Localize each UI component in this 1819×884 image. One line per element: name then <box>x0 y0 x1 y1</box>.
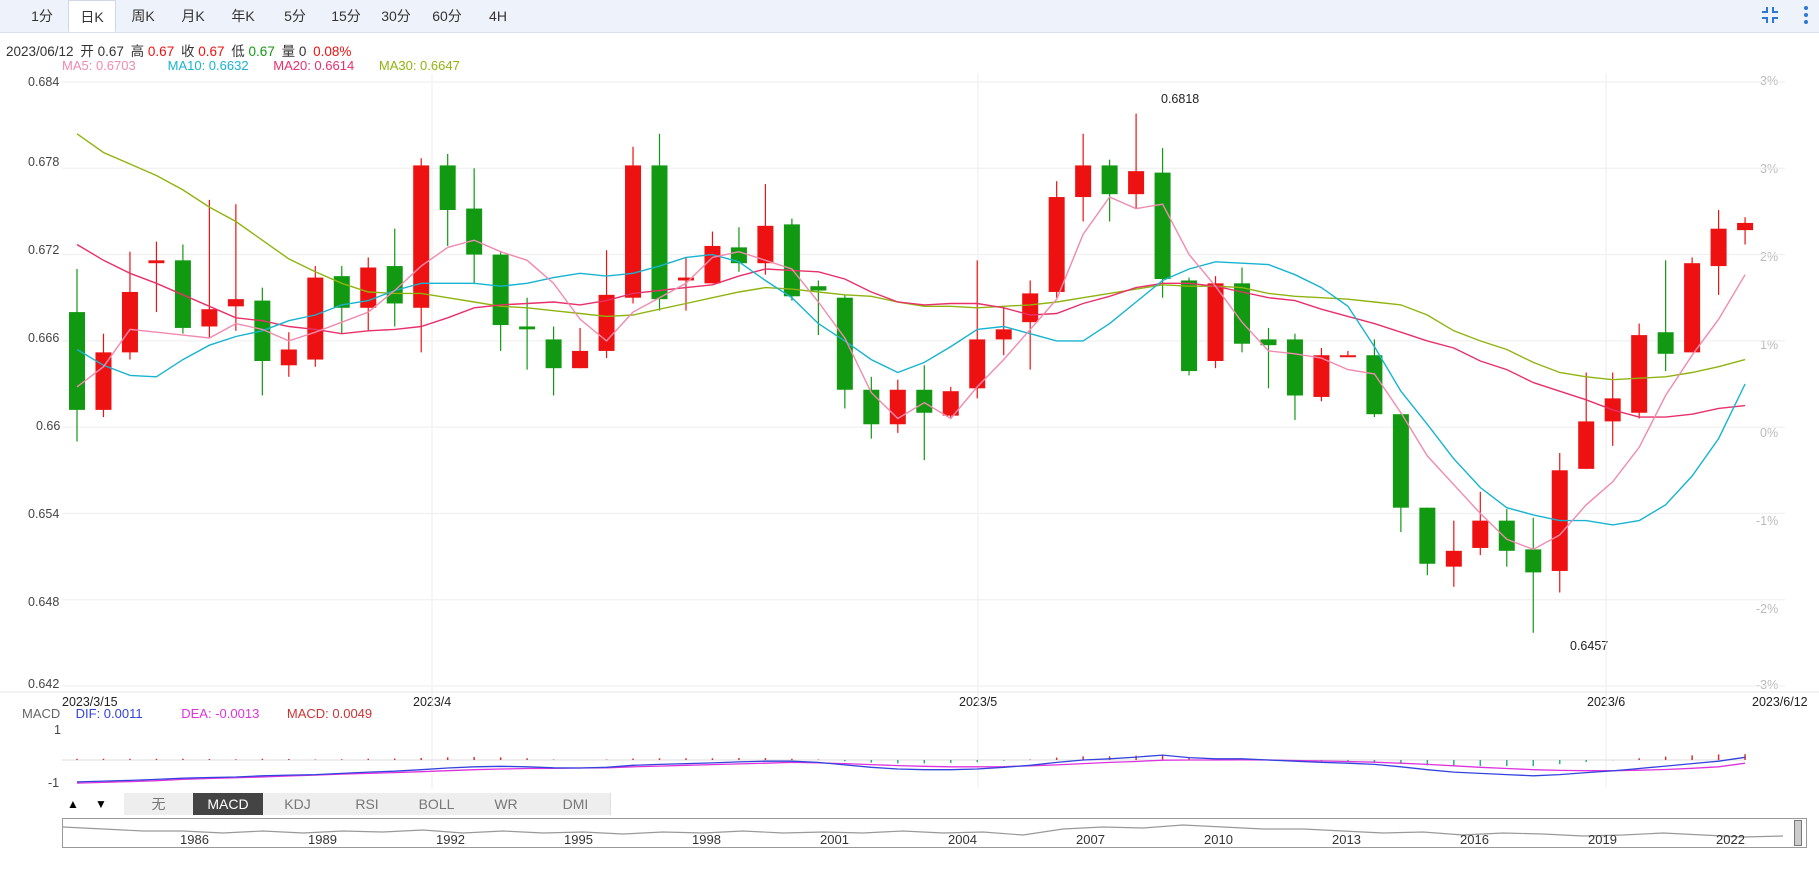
nav-year-label: 2010 <box>1204 832 1233 847</box>
candle-down <box>1181 280 1198 372</box>
candle-up <box>625 165 642 298</box>
candle-up <box>1578 421 1595 469</box>
candle-up <box>1737 222 1754 231</box>
nav-year-label: 2013 <box>1332 832 1361 847</box>
candle-up <box>307 277 324 360</box>
candle-down <box>69 312 85 410</box>
indicator-tab-dmi[interactable]: DMI <box>541 793 611 815</box>
candle-down <box>466 208 483 255</box>
candle-up <box>1472 520 1489 548</box>
ma20-line <box>76 243 1746 418</box>
nav-year-label: 2016 <box>1460 832 1489 847</box>
indicator-tab-none[interactable]: 无 <box>124 793 194 815</box>
candle-down <box>916 389 933 413</box>
candle-down <box>1525 549 1542 573</box>
candle-up <box>95 352 112 410</box>
candle-up <box>704 245 721 284</box>
candle-down <box>519 326 536 330</box>
candle-down <box>810 286 827 291</box>
candle-down <box>783 224 800 297</box>
candle-up <box>1313 355 1330 397</box>
candle-up <box>1128 171 1145 195</box>
candle-up <box>1684 263 1701 353</box>
candle-up <box>1022 293 1039 323</box>
candle-up <box>757 225 774 264</box>
nav-year-label: 2007 <box>1076 832 1105 847</box>
navigator-handle[interactable] <box>1794 820 1802 846</box>
indicator-tab-wr[interactable]: WR <box>471 793 542 815</box>
ma5-line <box>76 196 1746 551</box>
candle-down <box>492 254 509 326</box>
candle-up <box>572 350 589 369</box>
nav-year-label: 1995 <box>564 832 593 847</box>
candle-up <box>995 329 1012 340</box>
candle-up <box>598 294 615 351</box>
ma10-line <box>76 253 1746 526</box>
candle-up <box>148 260 165 264</box>
nav-year-label: 1986 <box>180 832 209 847</box>
nav-year-label: 2022 <box>1716 832 1745 847</box>
candle-down <box>439 165 456 210</box>
candle-down <box>651 165 668 300</box>
candle-down <box>1657 332 1674 354</box>
candle-up <box>280 349 297 366</box>
nav-year-label: 2004 <box>948 832 977 847</box>
nav-year-label: 1992 <box>436 832 465 847</box>
candle-up <box>227 299 244 307</box>
candle-up <box>201 309 218 327</box>
nav-year-label: 2019 <box>1588 832 1617 847</box>
scroll-down-icon[interactable]: ▼ <box>90 793 112 815</box>
indicator-tab-boll[interactable]: BOLL <box>402 793 472 815</box>
nav-year-label: 1998 <box>692 832 721 847</box>
candle-up <box>1710 228 1727 267</box>
candle-down <box>1419 507 1436 564</box>
candle-up <box>1445 550 1462 567</box>
candle-down <box>1392 414 1409 508</box>
candle-down <box>1101 165 1118 195</box>
candle-up <box>1339 355 1356 358</box>
indicator-tab-rsi[interactable]: RSI <box>332 793 403 815</box>
nav-year-label: 1989 <box>308 832 337 847</box>
candle-down <box>1366 355 1383 415</box>
nav-year-label: 2001 <box>820 832 849 847</box>
indicator-tab-macd[interactable]: MACD <box>193 793 264 815</box>
candle-down <box>1154 172 1171 280</box>
candle-up <box>1048 197 1065 292</box>
candle-up <box>121 291 138 353</box>
candle-down <box>1286 339 1303 396</box>
candle-down <box>1498 520 1515 551</box>
ma30-line <box>76 133 1746 381</box>
scroll-up-icon[interactable]: ▲ <box>62 793 84 815</box>
indicator-tab-kdj[interactable]: KDJ <box>263 793 333 815</box>
price-chart[interactable] <box>0 0 1819 884</box>
candle-down <box>863 389 880 425</box>
dea-line <box>76 759 1746 784</box>
candle-down <box>545 339 562 369</box>
candle-up <box>1631 335 1648 413</box>
candle-down <box>836 297 853 390</box>
candle-up <box>1075 165 1092 198</box>
candle-up <box>413 165 430 308</box>
